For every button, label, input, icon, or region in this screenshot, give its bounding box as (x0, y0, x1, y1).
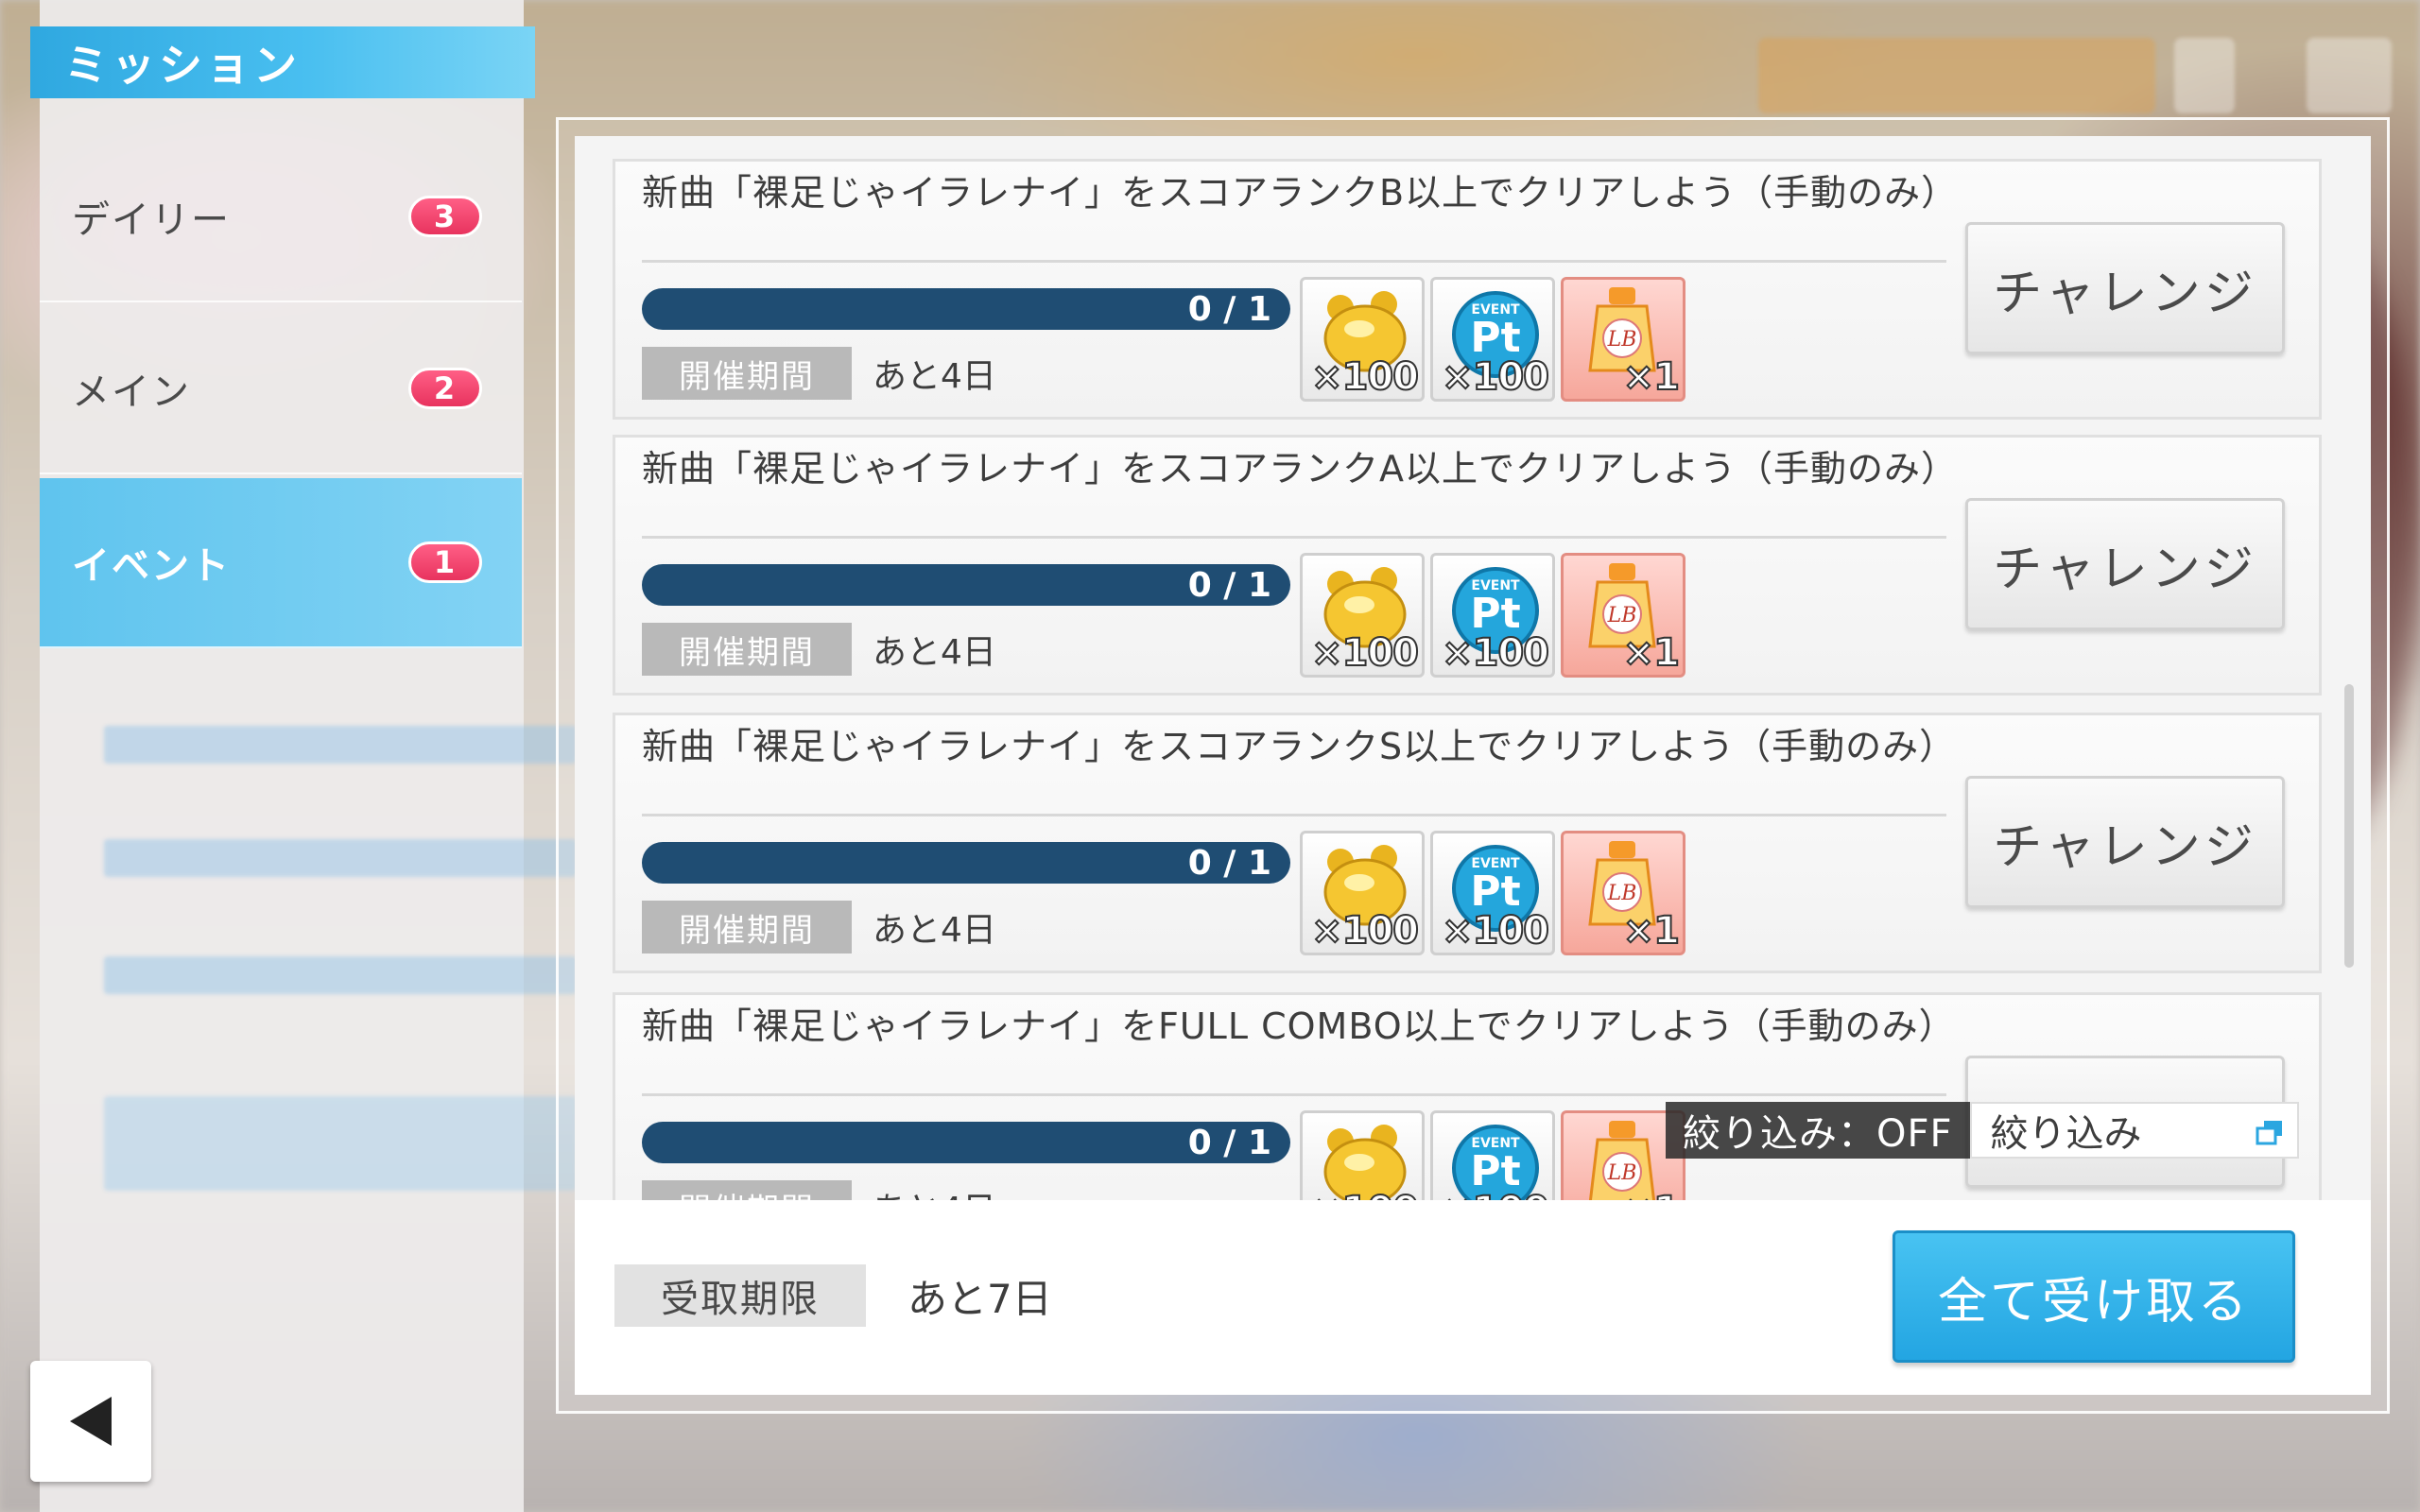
svg-text:LB: LB (1607, 328, 1637, 352)
notification-badge: 1 (408, 541, 482, 583)
menu-grid-icon (2307, 38, 2392, 113)
period-label: 開催期間 (642, 623, 852, 676)
reward-quantity: ×100 (1310, 354, 1420, 399)
gold-bear-icon (1303, 1113, 1422, 1200)
svg-text:LB: LB (1607, 604, 1637, 627)
reward-item[interactable]: ×100 (1300, 277, 1425, 402)
period-value: あと4日 (873, 1180, 996, 1200)
mission-card: 新曲「裸足じゃイラレナイ」をFULL COMBO以上でクリアしよう（手動のみ） … (613, 992, 2322, 1200)
filter-button-label: 絞り込み (1990, 1112, 2142, 1156)
reward-quantity: ×100 (1310, 630, 1420, 675)
reward-quantity: ×100 (1441, 354, 1550, 399)
period-value: あと4日 (873, 911, 996, 950)
blurred-row (104, 726, 577, 764)
mission-description: 新曲「裸足じゃイラレナイ」をFULL COMBO以上でクリアしよう（手動のみ） (642, 1005, 1956, 1047)
svg-text:LB: LB (1607, 1161, 1637, 1185)
tab-daily[interactable]: デイリー 3 (40, 132, 522, 302)
reward-item[interactable]: ×100 (1300, 831, 1425, 955)
progress-bar: 0 / 1 (642, 1122, 1290, 1163)
challenge-button[interactable]: チャレンジ (1965, 776, 2285, 908)
mission-list[interactable]: 新曲「裸足じゃイラレナイ」をスコアランクB以上でクリアしよう（手動のみ） 0 /… (575, 136, 2371, 1200)
tab-main[interactable]: メイン 2 (40, 304, 522, 474)
reward-quantity: ×1 (1622, 630, 1681, 675)
blurred-row (104, 839, 577, 877)
progress-bar: 0 / 1 (642, 842, 1290, 884)
deadline-value: あと7日 (908, 1275, 1052, 1322)
back-button[interactable] (30, 1361, 151, 1482)
filter-state: 絞り込み：OFF (1666, 1102, 1970, 1159)
tab-event[interactable]: イベント 1 (40, 478, 522, 648)
reward-item[interactable]: EVENTPt×100 (1430, 1110, 1555, 1200)
scrollbar[interactable] (2344, 684, 2354, 968)
filter-bar: 絞り込み：OFF 絞り込み (1666, 1102, 2299, 1159)
reward-item[interactable]: EVENTPt×100 (1430, 277, 1555, 402)
reward-quantity: ×100 (1310, 908, 1420, 953)
mission-description: 新曲「裸足じゃイラレナイ」をスコアランクB以上でクリアしよう（手動のみ） (642, 172, 1959, 214)
reward-item[interactable]: ×100 (1300, 553, 1425, 678)
challenge-button[interactable]: チャレンジ (1965, 498, 2285, 630)
period-label: 開催期間 (642, 901, 852, 954)
footer: 受取期限 あと7日 全て受け取る (575, 1200, 2371, 1395)
divider (642, 536, 1946, 539)
mission-description: 新曲「裸足じゃイラレナイ」をスコアランクA以上でクリアしよう（手動のみ） (642, 448, 1958, 490)
notification-badge: 3 (408, 196, 482, 237)
mission-description: 新曲「裸足じゃイラレナイ」をスコアランクS以上でクリアしよう（手動のみ） (642, 726, 1957, 767)
divider (642, 814, 1946, 816)
reward-quantity: ×100 (1441, 1188, 1550, 1200)
reward-item[interactable]: LB×1 (1561, 277, 1685, 402)
event-pt-icon: EVENT Pt (1433, 1113, 1552, 1200)
filter-button[interactable]: 絞り込み (1969, 1102, 2299, 1159)
reward-quantity: ×100 (1441, 908, 1550, 953)
reward-quantity: ×100 (1441, 630, 1550, 675)
mission-title: ミッション (30, 26, 535, 98)
reward-quantity: ×1 (1622, 1188, 1681, 1200)
mission-card: 新曲「裸足じゃイラレナイ」をスコアランクB以上でクリアしよう（手動のみ） 0 /… (613, 159, 2322, 420)
reward-item[interactable]: ×100 (1300, 1110, 1425, 1200)
reward-item[interactable]: EVENTPt×100 (1430, 831, 1555, 955)
challenge-button[interactable]: チャレンジ (1965, 222, 2285, 354)
progress-bar: 0 / 1 (642, 564, 1290, 606)
mission-panel: 新曲「裸足じゃイラレナイ」をスコアランクB以上でクリアしよう（手動のみ） 0 /… (575, 136, 2371, 1395)
reward-quantity: ×1 (1622, 354, 1681, 399)
period-label: 開催期間 (642, 347, 852, 400)
mission-card: 新曲「裸足じゃイラレナイ」をスコアランクS以上でクリアしよう（手動のみ） 0 /… (613, 713, 2322, 973)
claim-all-button[interactable]: 全て受け取る (1893, 1230, 2295, 1363)
progress-bar: 0 / 1 (642, 288, 1290, 330)
reward-item[interactable]: EVENTPt×100 (1430, 553, 1555, 678)
deadline-label: 受取期限 (614, 1264, 866, 1327)
period-value: あと4日 (873, 633, 996, 672)
divider (642, 1093, 1946, 1096)
add-icon (2174, 38, 2235, 113)
period-label: 開催期間 (642, 1180, 852, 1200)
reward-quantity: ×100 (1310, 1188, 1420, 1200)
notification-badge: 2 (408, 368, 482, 409)
tab-label: デイリー (72, 198, 231, 242)
popup-window-icon (2256, 1121, 2282, 1145)
reward-quantity: ×1 (1622, 908, 1681, 953)
top-status-bar (1758, 38, 2155, 113)
period-value: あと4日 (873, 357, 996, 396)
tab-label: イベント (72, 544, 231, 588)
svg-text:LB: LB (1607, 882, 1637, 905)
tab-label: メイン (72, 370, 191, 414)
back-arrow-icon (70, 1397, 112, 1446)
blurred-row (104, 956, 577, 994)
divider (642, 260, 1946, 263)
reward-item[interactable]: LB ×1 (1561, 553, 1685, 678)
blurred-row (104, 1096, 577, 1191)
reward-item[interactable]: LB ×1 (1561, 831, 1685, 955)
mission-card: 新曲「裸足じゃイラレナイ」をスコアランクA以上でクリアしよう（手動のみ） 0 /… (613, 435, 2322, 696)
